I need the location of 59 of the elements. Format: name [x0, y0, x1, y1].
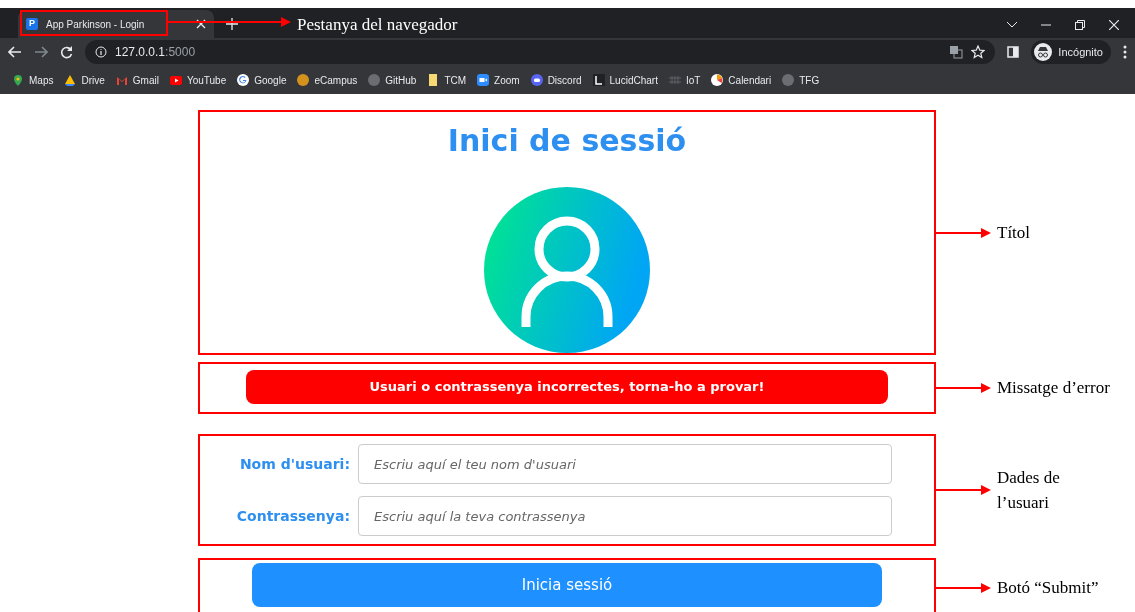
bookmark[interactable]: Calendari — [711, 72, 772, 88]
address-bar[interactable]: 127.0.0.1:5000 — [85, 40, 996, 64]
info-icon — [95, 46, 107, 58]
input-field[interactable]: Escriu aquí la teva contrassenya — [358, 496, 892, 536]
bookmark[interactable]: eCampus — [297, 72, 358, 88]
annotation-label: Botó “Submit” — [997, 577, 1099, 600]
google-g-icon — [237, 74, 250, 86]
triangle-icon — [64, 74, 77, 86]
play-icon — [169, 74, 182, 86]
pin-icon — [12, 74, 24, 86]
bookmark[interactable]: GitHub — [368, 72, 417, 88]
star-icon[interactable] — [971, 45, 986, 59]
bookmark[interactable]: Drive — [64, 72, 105, 88]
field-label: Contrassenya: — [235, 506, 350, 526]
mail-icon — [115, 74, 128, 86]
bookmark[interactable]: YouTube — [169, 72, 227, 88]
forward-icon[interactable] — [34, 46, 48, 58]
dropdown-icon[interactable] — [1007, 22, 1017, 28]
back-icon[interactable] — [8, 46, 22, 58]
page-title: Inici de sessió — [446, 122, 688, 160]
avatar-icon — [484, 187, 650, 353]
calendar-icon — [711, 74, 724, 86]
bookmark[interactable]: Google — [237, 72, 287, 88]
annotation-label: Pestanya del navegador — [297, 14, 458, 36]
bookmark[interactable]: Discord — [530, 72, 582, 88]
url-text: 127.0.0.1:5000 — [115, 44, 196, 61]
bookmark[interactable]: Zoom — [477, 72, 520, 88]
discord-icon — [530, 74, 543, 86]
bookmark[interactable]: IoT — [668, 72, 701, 88]
camera-icon — [477, 74, 490, 86]
github-icon — [368, 74, 381, 86]
incognito-icon — [1034, 43, 1053, 61]
tab-title: App Parkinson - Login — [46, 17, 145, 32]
restore-icon[interactable] — [1075, 20, 1085, 30]
profile-button[interactable]: Incógnito — [1031, 40, 1111, 64]
side-panel-icon[interactable] — [1007, 46, 1020, 58]
new-tab-icon[interactable] — [226, 18, 238, 30]
error-alert: Usuari o contrassenya incorrectes, torna-ho a provar! — [246, 370, 888, 404]
grid-icon — [668, 74, 681, 86]
close-icon[interactable] — [1109, 20, 1119, 30]
github-icon — [782, 74, 795, 86]
note-icon — [427, 74, 440, 86]
bookmark[interactable]: Maps — [12, 72, 54, 88]
bookmark[interactable]: TCM — [427, 72, 467, 88]
reload-icon[interactable] — [60, 45, 73, 59]
close-icon[interactable] — [196, 19, 206, 29]
bookmark[interactable]: TFG — [782, 72, 820, 88]
menu-icon[interactable] — [1123, 45, 1127, 59]
bookmark[interactable]: Gmail — [115, 72, 159, 88]
annotation-label: Dades de l’usuari — [997, 466, 1061, 514]
input-field[interactable]: Escriu aquí el teu nom d'usuari — [358, 444, 892, 484]
favicon: P — [26, 18, 38, 30]
annotation-label: Títol — [997, 221, 1031, 244]
annotation-label: Missatge d’error — [997, 377, 1110, 400]
translate-icon[interactable] — [949, 45, 964, 59]
chart-icon — [592, 74, 605, 86]
field-label: Nom d'usuari: — [238, 454, 350, 474]
bookmark[interactable]: LucidChart — [592, 72, 658, 88]
circle-icon — [297, 74, 310, 86]
